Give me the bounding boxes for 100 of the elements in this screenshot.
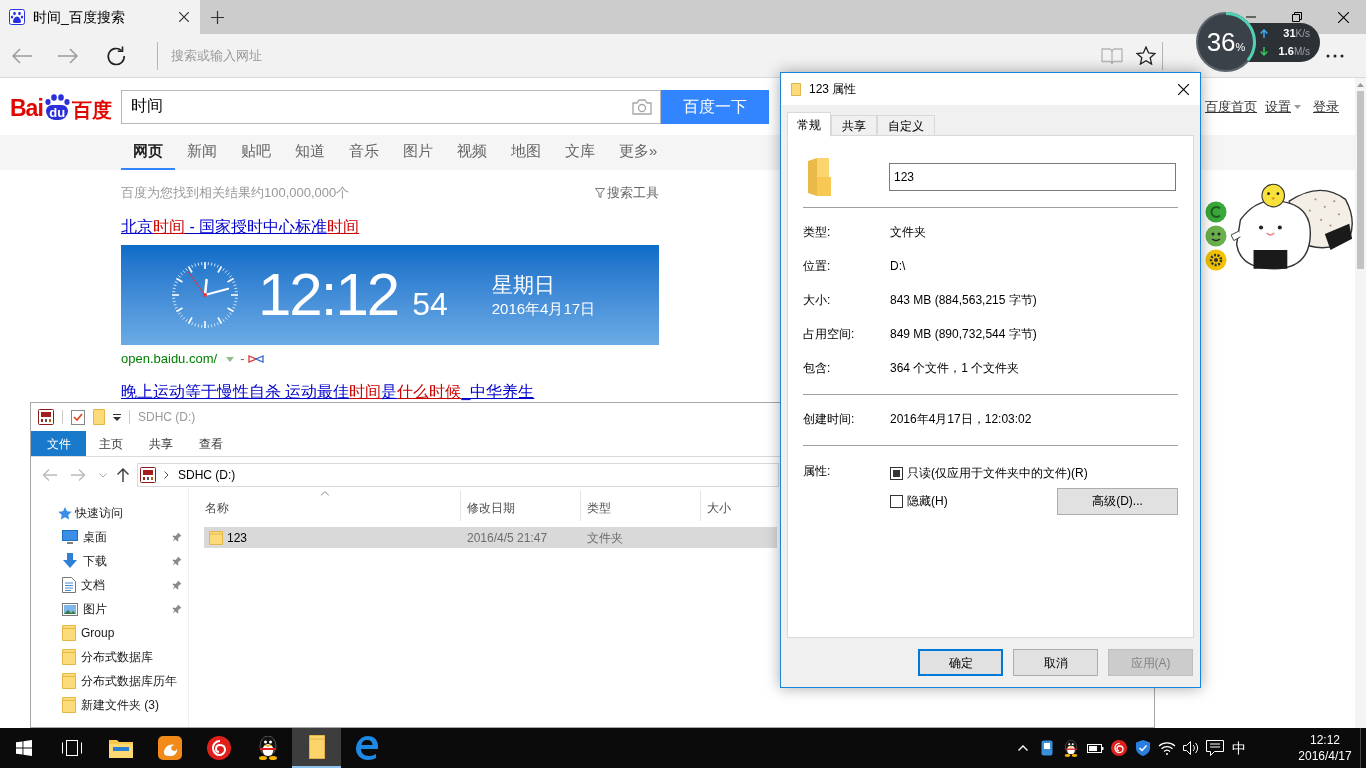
file-type: 文件夹	[586, 529, 624, 547]
address-bar[interactable]: SDHC (D:)	[137, 463, 779, 487]
nav-item[interactable]: 文档	[31, 573, 188, 597]
refresh-icon[interactable]	[106, 45, 126, 66]
result-title-link[interactable]: 北京时间 - 国家授时中心标准时间	[121, 218, 360, 236]
ribbon-tab[interactable]: 主页	[86, 431, 136, 456]
checkbox-label[interactable]: 隐藏(H)	[907, 492, 948, 510]
more-icon[interactable]	[1326, 53, 1344, 58]
device-icon[interactable]	[1041, 740, 1053, 756]
column-header[interactable]: 大小	[701, 491, 777, 521]
result-title-link[interactable]: 晚上运动等于慢性自杀 运动最佳时间是什么时候_中华养生	[121, 383, 535, 401]
task-view-icon[interactable]	[62, 740, 82, 756]
field-label: 创建时间:	[803, 411, 856, 428]
nav-item[interactable]: 快速访问	[31, 501, 188, 525]
search-field[interactable]: 时间	[121, 89, 661, 124]
address-field[interactable]: 搜索或输入网址	[171, 44, 1086, 67]
nav-tab[interactable]: 新闻	[175, 135, 229, 170]
breadcrumb-chevron-icon[interactable]	[164, 471, 169, 479]
top-link[interactable]: 设置	[1265, 96, 1301, 117]
nav-tab[interactable]: 地图	[499, 135, 553, 170]
nav-item[interactable]: 分布式数据库历年	[31, 669, 188, 693]
dialog-button[interactable]: 取消	[1013, 649, 1098, 676]
search-tools-button[interactable]: 搜索工具	[595, 183, 659, 203]
scrollbar-thumb[interactable]	[1357, 91, 1364, 269]
nav-tab[interactable]: 贴吧	[229, 135, 283, 170]
checkbox[interactable]	[890, 466, 903, 480]
pin-icon[interactable]	[172, 604, 182, 614]
column-header[interactable]: 名称	[189, 491, 461, 521]
dialog-tab[interactable]: 自定义	[877, 115, 935, 136]
folder-icon	[308, 735, 325, 759]
dialog-button[interactable]: 确定	[918, 649, 1003, 676]
nav-item[interactable]: 分布式数据库	[31, 645, 188, 669]
plus-icon[interactable]	[210, 10, 224, 24]
analog-clock-icon	[171, 261, 239, 329]
advanced-button[interactable]: 高级(D)...	[1057, 487, 1178, 515]
nav-tab[interactable]: 音乐	[337, 135, 391, 170]
scroll-up-icon[interactable]	[1357, 83, 1364, 87]
input-method-indicator[interactable]: 中	[1227, 728, 1251, 768]
top-link[interactable]: 百度首页	[1205, 96, 1257, 117]
close-icon[interactable]	[1177, 83, 1189, 95]
logo-text: 百度	[71, 99, 112, 120]
ribbon-tab[interactable]: 共享	[136, 431, 186, 456]
file-menu-button[interactable]: 文件	[31, 431, 86, 456]
checklist-icon[interactable]	[71, 409, 85, 425]
nav-item[interactable]: 新建文件夹 (3)	[31, 693, 188, 717]
nav-item[interactable]: 图片	[31, 597, 188, 621]
monitor-icon	[62, 530, 78, 544]
field-label: 属性:	[803, 463, 832, 480]
browser-tab[interactable]: 时间_百度搜索	[0, 0, 200, 34]
dialog-tab[interactable]: 共享	[831, 115, 877, 136]
column-header[interactable]: 修改日期	[461, 491, 581, 521]
nav-tab[interactable]: 更多»	[607, 135, 670, 170]
folder-icon	[807, 157, 831, 197]
nav-tab[interactable]: 知道	[283, 135, 337, 170]
pin-icon[interactable]	[172, 532, 182, 542]
restore-icon[interactable]	[1292, 12, 1302, 22]
taskbar-app-button[interactable]	[292, 728, 341, 768]
weekday-text: 星期日	[491, 272, 556, 298]
up-arrow-icon[interactable]	[117, 468, 129, 482]
nav-item[interactable]: Group	[31, 621, 188, 645]
music-disc-icon[interactable]	[1111, 740, 1127, 756]
close-icon[interactable]	[179, 12, 189, 22]
star-icon	[58, 506, 72, 520]
nav-tab[interactable]: 网页	[121, 135, 175, 170]
chevron-up-icon[interactable]	[1018, 745, 1028, 751]
taskbar-clock[interactable]: 12:12 2016/4/17	[1290, 728, 1360, 768]
checkbox-label[interactable]: 只读(仅应用于文件夹中的文件)(R)	[907, 464, 1088, 482]
windows-logo-icon[interactable]	[16, 740, 32, 756]
penguin-icon[interactable]	[1064, 739, 1078, 757]
star-icon[interactable]	[1136, 46, 1156, 65]
window-title: SDHC (D:)	[138, 409, 196, 426]
nav-tab[interactable]: 文库	[553, 135, 607, 170]
nav-item[interactable]: 下载	[31, 549, 188, 573]
dialog-tab[interactable]: 常规	[787, 112, 831, 137]
pin-icon[interactable]	[172, 580, 182, 590]
paw-icon	[43, 93, 71, 105]
field-value: 849 MB (890,732,544 字节)	[890, 326, 1037, 343]
nav-tab[interactable]: 视频	[445, 135, 499, 170]
message-icon[interactable]	[1206, 740, 1224, 756]
name-field[interactable]: 123	[889, 163, 1176, 191]
close-icon[interactable]	[1337, 11, 1349, 23]
checkbox[interactable]	[890, 494, 903, 508]
gear-icon[interactable]	[1205, 249, 1227, 271]
nav-item[interactable]: 桌面	[31, 525, 188, 549]
volume-icon[interactable]	[1183, 741, 1199, 755]
field-value: 364 个文件，1 个文件夹	[890, 360, 1020, 377]
nav-tab[interactable]: 图片	[391, 135, 445, 170]
caret-icon[interactable]	[113, 413, 121, 421]
battery-icon[interactable]	[1086, 741, 1104, 755]
smiley-icon[interactable]	[1205, 225, 1227, 247]
pin-icon[interactable]	[172, 556, 182, 566]
shield-icon[interactable]	[1136, 740, 1150, 756]
top-link[interactable]: 登录	[1313, 96, 1339, 117]
logo-text: Bai	[10, 96, 43, 120]
search-button[interactable]: 百度一下	[661, 89, 769, 124]
file-row[interactable]: 123 2016/4/5 21:47 文件夹	[204, 527, 777, 548]
wifi-icon[interactable]	[1158, 741, 1176, 755]
c-circle-icon[interactable]	[1205, 201, 1227, 223]
column-header[interactable]: 类型	[581, 491, 701, 521]
ribbon-tab[interactable]: 查看	[186, 431, 236, 456]
